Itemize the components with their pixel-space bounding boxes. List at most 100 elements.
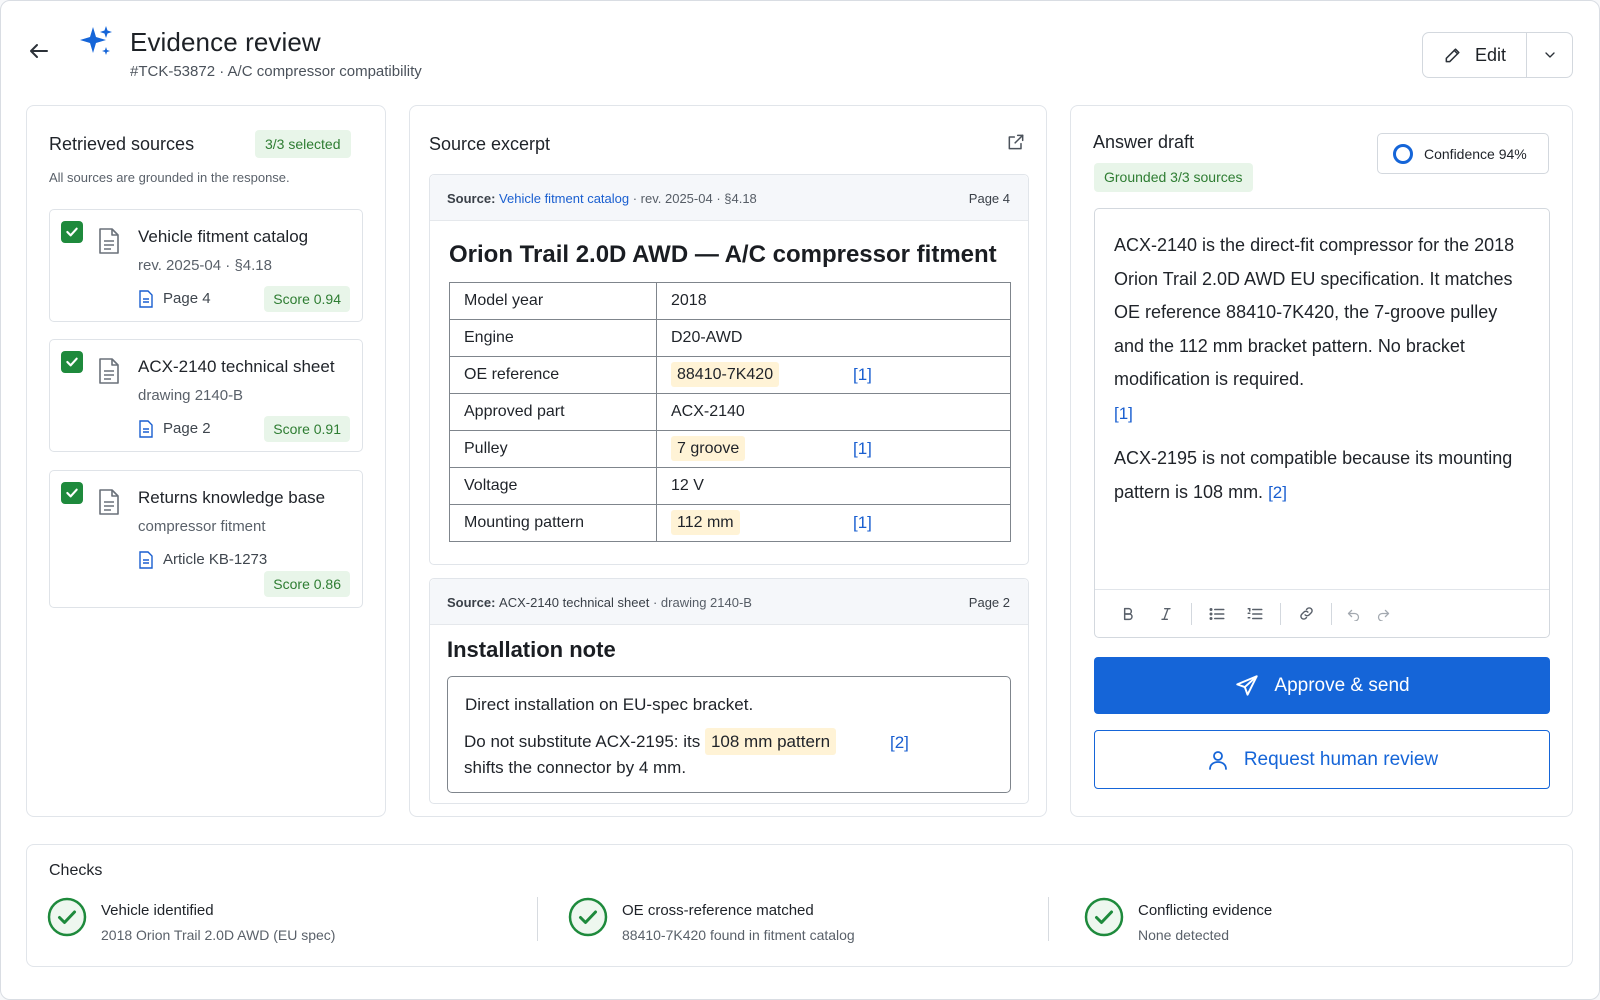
bullet-list-icon	[1209, 607, 1225, 620]
confidence-ring-icon	[1393, 143, 1413, 164]
toolbar-divider	[1191, 602, 1192, 625]
back-button[interactable]	[25, 37, 53, 65]
check-circle-icon	[568, 897, 608, 937]
redo-button[interactable]	[1368, 598, 1398, 630]
bold-icon	[1123, 607, 1133, 620]
check-detail: None detected	[1138, 927, 1230, 943]
note-line: Do not substitute ACX-2195: its 108 mm p…	[464, 728, 837, 781]
excerpt-card-fitment: Source: Vehicle fitment catalog · rev. 2…	[429, 174, 1029, 565]
bold-button[interactable]	[1109, 598, 1147, 630]
check-label: OE cross-reference matched	[622, 902, 814, 919]
selected-count-badge: 3/3 selected	[255, 130, 351, 158]
fitment-row: Approved part ACX-2140	[449, 393, 1011, 431]
fitment-value: 112 mm	[671, 510, 740, 535]
answer-text[interactable]: ACX-2140 is the direct-fit compressor fo…	[1114, 229, 1524, 521]
undo-button[interactable]	[1338, 598, 1368, 630]
page-icon	[139, 420, 153, 438]
article-icon	[139, 551, 153, 569]
fitment-value-cell: 12 V	[656, 467, 1011, 505]
source-card-knowledge-base[interactable]: Returns knowledge base compressor fitmen…	[49, 470, 363, 608]
confidence-indicator: Confidence 94%	[1377, 133, 1549, 174]
link-button[interactable]	[1287, 598, 1325, 630]
note-text: shifts the connector by 4 mm.	[464, 758, 687, 777]
fitment-key: Approved part	[449, 393, 657, 431]
check-circle-icon	[1084, 897, 1124, 937]
source-card-technical-sheet[interactable]: ACX-2140 technical sheet drawing 2140-B …	[49, 339, 363, 452]
document-icon	[99, 489, 119, 515]
external-link-icon	[1008, 134, 1024, 150]
citation-link[interactable]: [1]	[1114, 404, 1133, 423]
answer-editor[interactable]: ACX-2140 is the direct-fit compressor fo…	[1094, 208, 1550, 638]
fitment-value: D20-AWD	[671, 329, 743, 346]
editor-toolbar	[1095, 589, 1549, 637]
confidence-label: Confidence 94%	[1424, 145, 1527, 162]
italic-button[interactable]	[1147, 598, 1185, 630]
document-icon	[99, 228, 119, 254]
source-page: Article KB-1273	[163, 551, 268, 568]
check-icon	[66, 227, 78, 237]
edit-button-group: Edit	[1422, 32, 1573, 78]
app-window: Evidence review #TCK-53872 · A/C compres…	[0, 0, 1600, 1000]
fitment-row: Model year 2018	[449, 282, 1011, 320]
source-checkbox[interactable]	[61, 221, 83, 243]
source-label: Source:	[447, 191, 496, 206]
excerpt-source-header: Source: Vehicle fitment catalog · rev. 2…	[430, 175, 1028, 221]
fitment-value: 12 V	[671, 477, 704, 494]
fitment-row: Engine D20-AWD	[449, 319, 1011, 357]
excerpt-title: Source excerpt	[429, 134, 551, 154]
check-icon	[66, 357, 78, 367]
edit-label: Edit	[1474, 44, 1507, 65]
source-score: Score 0.94	[264, 286, 350, 312]
fitment-row: Mounting pattern 112 mm [1]	[449, 504, 1011, 542]
answer-title: Answer draft	[1093, 132, 1195, 152]
citation-link[interactable]: [2]	[890, 733, 909, 753]
send-icon	[1236, 674, 1259, 696]
bullet-list-button[interactable]	[1198, 598, 1236, 630]
fitment-row: OE reference 88410-7K420 [1]	[449, 356, 1011, 394]
note-text: Do not substitute ACX-2195: its	[464, 732, 705, 751]
fitment-value: 2018	[671, 292, 707, 309]
document-icon	[99, 358, 119, 384]
fitment-row: Voltage 12 V	[449, 467, 1011, 505]
source-name: ACX-2140 technical sheet	[138, 357, 335, 376]
page-title: Evidence review	[130, 27, 321, 57]
fitment-value-cell: ACX-2140	[656, 393, 1011, 431]
edit-menu-toggle[interactable]	[1527, 33, 1572, 77]
source-checkbox[interactable]	[61, 482, 83, 504]
check-detail: 2018 Orion Trail 2.0D AWD (EU spec)	[101, 927, 336, 943]
check-detail: 88410-7K420 found in fitment catalog	[622, 927, 855, 943]
fitment-key: Pulley	[449, 430, 657, 468]
fitment-value: 88410-7K420	[671, 362, 780, 387]
fitment-key: Mounting pattern	[449, 504, 657, 542]
citation-link[interactable]: [2]	[1268, 483, 1287, 502]
approve-send-button[interactable]: Approve & send	[1094, 657, 1550, 714]
numbered-list-icon	[1247, 607, 1263, 619]
source-name: Vehicle fitment catalog	[138, 227, 309, 246]
request-human-review-button[interactable]: Request human review	[1094, 730, 1550, 789]
numbered-list-button[interactable]	[1236, 598, 1274, 630]
approve-label: Approve & send	[1274, 674, 1410, 696]
edit-button[interactable]: Edit	[1423, 33, 1527, 77]
citation-link[interactable]: [1]	[853, 439, 872, 459]
source-checkbox[interactable]	[61, 351, 83, 373]
source-meta: · drawing 2140-B	[652, 595, 752, 610]
fitment-value-cell: 2018	[656, 282, 1011, 320]
source-name: ACX-2140 technical sheet	[499, 595, 650, 610]
citation-link[interactable]: [1]	[853, 365, 872, 385]
answer-paragraph: ACX-2140 is the direct-fit compressor fo…	[1114, 235, 1515, 389]
fitment-key: OE reference	[449, 356, 657, 394]
divider	[537, 897, 538, 941]
open-external-button[interactable]	[1006, 132, 1026, 152]
source-score: Score 0.91	[264, 416, 350, 442]
sparkle-icon	[79, 25, 113, 59]
fitment-key: Engine	[449, 319, 657, 357]
source-link[interactable]: Vehicle fitment catalog	[499, 191, 629, 206]
chevron-down-icon	[1544, 52, 1555, 58]
fitment-table: Model year 2018 Engine D20-AWD OE reference 8…	[449, 282, 1011, 542]
ticket-subtitle: #TCK-53872 · A/C compressor compatibilit…	[130, 63, 422, 80]
grounded-badge: Grounded 3/3 sources	[1094, 163, 1253, 192]
toolbar-divider	[1280, 602, 1281, 625]
link-icon	[1299, 607, 1313, 620]
citation-link[interactable]: [1]	[853, 513, 872, 533]
source-card-fitment-catalog[interactable]: Vehicle fitment catalog rev. 2025-04 · §…	[49, 209, 363, 322]
